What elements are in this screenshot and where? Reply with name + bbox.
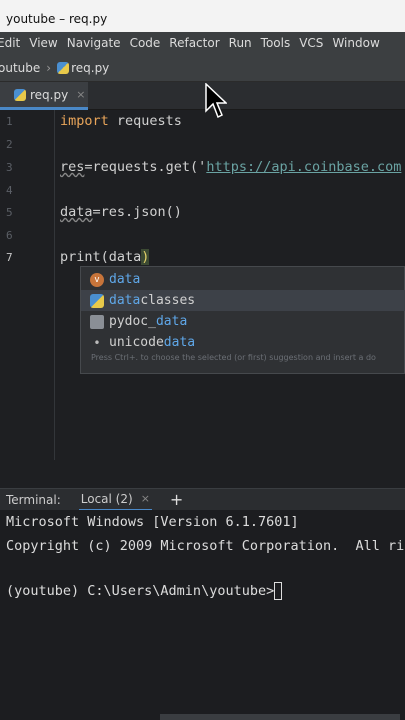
code-text: =res.json() bbox=[92, 204, 182, 220]
suggestion-suffix: classes bbox=[140, 293, 196, 308]
add-terminal-button[interactable]: + bbox=[170, 490, 183, 509]
bullet-icon: • bbox=[93, 335, 101, 350]
breadcrumb-file[interactable]: req.py bbox=[71, 61, 109, 75]
breadcrumb-project[interactable]: outube bbox=[0, 61, 40, 75]
line-number: 2 bbox=[6, 138, 13, 151]
tab-label: req.py bbox=[30, 87, 69, 102]
code-text: print bbox=[60, 249, 101, 265]
code-text: res bbox=[60, 159, 85, 175]
line-number: 5 bbox=[6, 206, 13, 219]
folder-icon bbox=[90, 314, 104, 329]
close-icon[interactable]: × bbox=[76, 88, 85, 101]
tab-terminal-local[interactable]: Local (2) × bbox=[78, 489, 152, 511]
text-cursor bbox=[274, 582, 283, 600]
code-line-1: import requests bbox=[60, 113, 182, 129]
suggestion-match: data bbox=[155, 314, 188, 329]
horizontal-scrollbar[interactable] bbox=[160, 714, 400, 720]
menu-refactor[interactable]: Refactor bbox=[169, 36, 219, 50]
menu-edit[interactable]: Edit bbox=[0, 36, 20, 50]
breadcrumb: outube › req.py bbox=[0, 54, 405, 82]
menu-vcs[interactable]: VCS bbox=[299, 36, 323, 50]
menu-window[interactable]: Window bbox=[332, 36, 379, 50]
matching-paren: ) bbox=[141, 249, 150, 265]
chevron-right-icon: › bbox=[46, 60, 52, 75]
close-icon[interactable]: × bbox=[141, 492, 150, 505]
suggestion-item[interactable]: • unicode data bbox=[81, 332, 405, 353]
url-link[interactable]: https://api.coinbase.com bbox=[206, 159, 401, 175]
menu-tools[interactable]: Tools bbox=[261, 36, 291, 50]
line-number: 3 bbox=[6, 161, 13, 174]
variable-icon: v bbox=[90, 272, 104, 287]
terminal-label: Terminal: bbox=[6, 492, 61, 507]
code-text: (data bbox=[100, 249, 142, 265]
window-title-bar: youtube – req.py bbox=[0, 0, 405, 32]
suggestion-item[interactable]: v data bbox=[81, 269, 405, 290]
code-text: requests bbox=[108, 113, 182, 129]
keyword: import bbox=[60, 113, 109, 129]
terminal-prompt: (youtube) C:\Users\Admin\youtube> bbox=[6, 583, 275, 599]
suggestion-match: data bbox=[163, 335, 196, 350]
code-text: =requests.get(' bbox=[84, 159, 207, 175]
terminal-tab-label: Local (2) bbox=[80, 491, 133, 506]
code-editor[interactable]: 1 2 3 4 5 6 7 import requests res=reques… bbox=[0, 110, 405, 490]
line-number-gutter: 1 2 3 4 5 6 7 bbox=[0, 110, 55, 460]
terminal-tab-bar: Terminal: Local (2) × + bbox=[0, 488, 405, 511]
terminal-output-line: Copyright (c) 2009 Microsoft Corporation… bbox=[6, 538, 405, 554]
suggestion-match: data bbox=[109, 293, 141, 308]
line-number: 6 bbox=[6, 229, 13, 242]
python-module-icon bbox=[90, 293, 104, 308]
python-file-icon bbox=[14, 88, 26, 101]
suggestion-prefix: pydoc_ bbox=[109, 314, 156, 329]
tab-req-py[interactable]: req.py × bbox=[0, 82, 88, 110]
autocomplete-popup: v data data classes pydoc_ data • unicode d… bbox=[80, 266, 405, 374]
code-line-3: res=requests.get('https://api.coinbase.c… bbox=[60, 159, 401, 175]
line-number: 4 bbox=[6, 184, 13, 197]
window-title: youtube – req.py bbox=[6, 12, 108, 26]
menu-run[interactable]: Run bbox=[229, 36, 252, 50]
line-number: 7 bbox=[6, 251, 13, 264]
suggestion-item[interactable]: data classes bbox=[81, 290, 405, 311]
suggestion-prefix: unicode bbox=[109, 335, 164, 350]
suggestion-item[interactable]: pydoc_ data bbox=[81, 311, 405, 332]
terminal-panel[interactable]: Microsoft Windows [Version 6.1.7601] Cop… bbox=[0, 510, 405, 720]
menu-code[interactable]: Code bbox=[130, 36, 161, 50]
code-line-7: print(data) bbox=[60, 249, 150, 265]
menu-view[interactable]: View bbox=[29, 36, 57, 50]
mouse-pointer-icon bbox=[205, 83, 227, 119]
terminal-prompt-line: (youtube) C:\Users\Admin\youtube> bbox=[6, 582, 283, 600]
code-text: data bbox=[60, 204, 93, 220]
autocomplete-hint: Press Ctrl+. to choose the selected (or … bbox=[91, 353, 376, 362]
terminal-output-line: Microsoft Windows [Version 6.1.7601] bbox=[6, 514, 299, 530]
menu-navigate[interactable]: Navigate bbox=[67, 36, 121, 50]
line-number: 1 bbox=[6, 115, 13, 128]
editor-tab-bar: req.py × bbox=[0, 82, 405, 110]
code-line-5: data=res.json() bbox=[60, 204, 182, 220]
menu-bar: Edit View Navigate Code Refactor Run Too… bbox=[0, 32, 405, 54]
suggestion-match: data bbox=[109, 272, 141, 287]
python-file-icon bbox=[57, 61, 70, 74]
